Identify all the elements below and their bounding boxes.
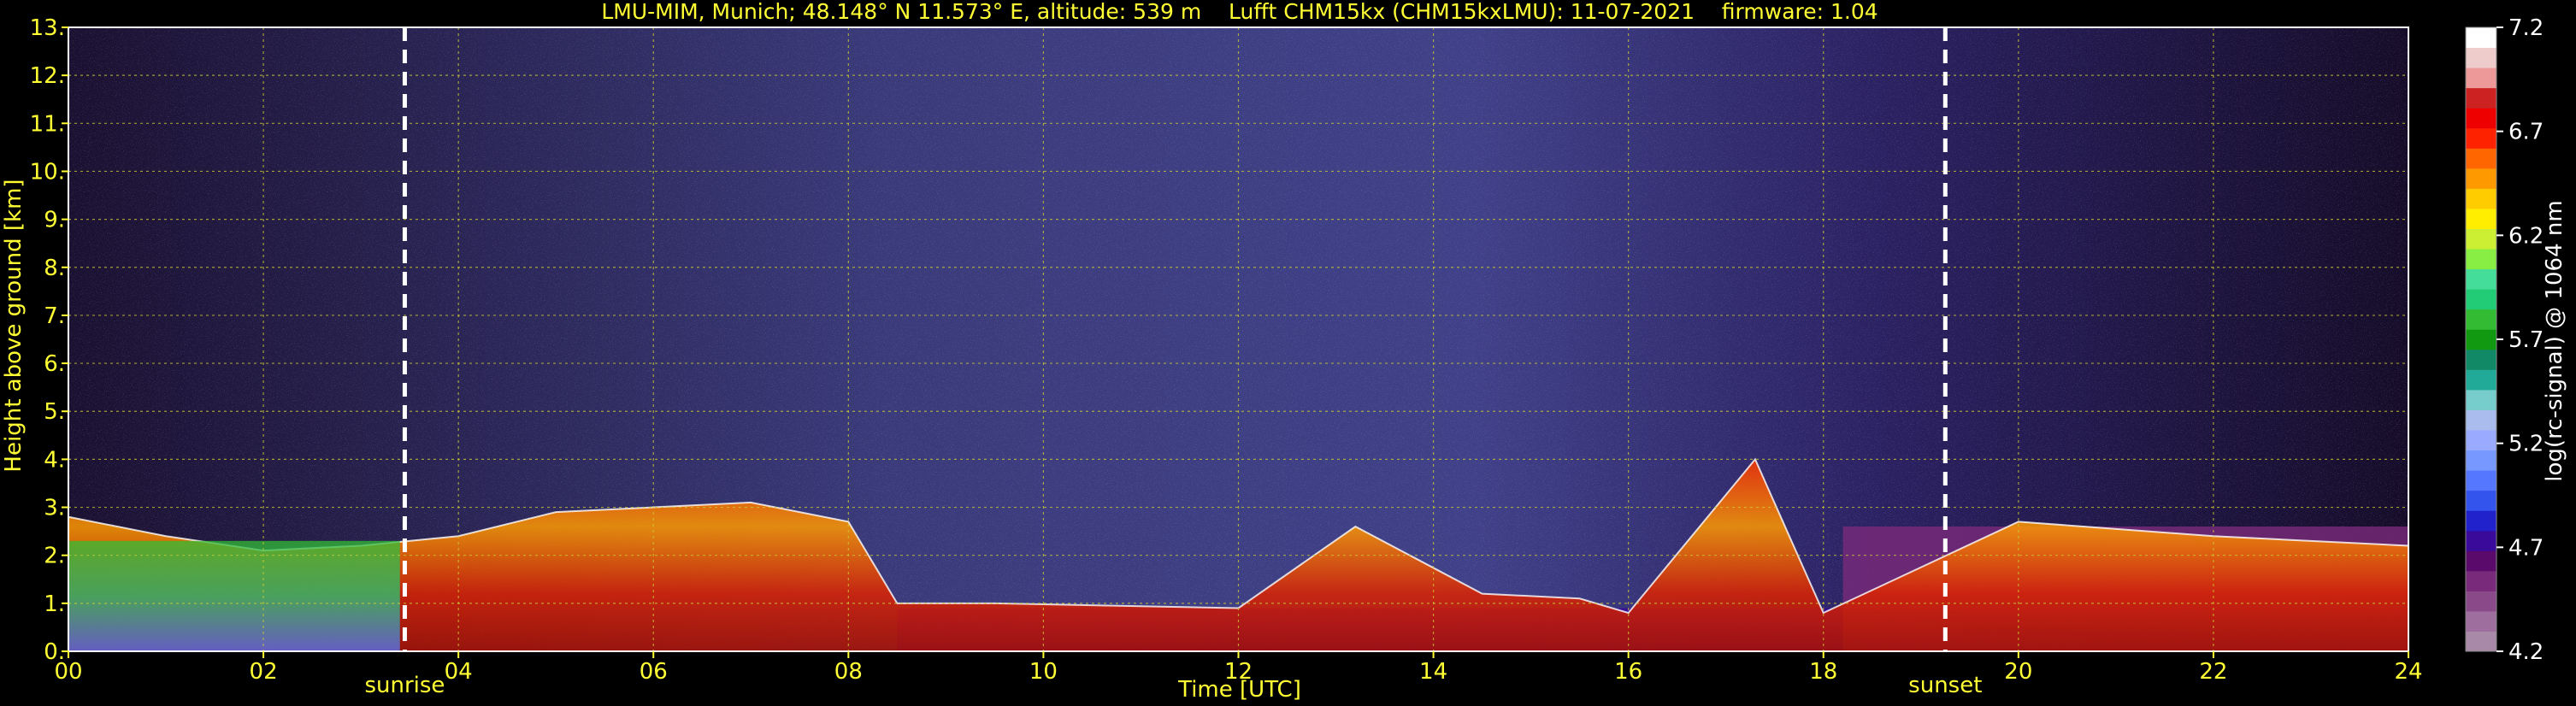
x-tick-label: 02 (250, 659, 278, 685)
colorbar-swatch (2466, 490, 2496, 511)
x-tick-label: 10 (1029, 659, 1058, 685)
y-tick-label: 10. (30, 159, 65, 185)
colorbar-swatch (2466, 631, 2496, 652)
plot-area (68, 26, 2409, 652)
colorbar-tick-label: 6.2 (2508, 223, 2544, 249)
x-tick-label: 06 (640, 659, 668, 685)
colorbar-label: log(rc-signal) @ 1064 nm (2542, 200, 2567, 481)
annotation-label-sunset: sunset (1908, 673, 1982, 698)
y-tick-label: 13. (30, 15, 65, 41)
y-tick-label: 4. (44, 447, 65, 473)
colorbar-swatch (2466, 188, 2496, 209)
y-tick-label: 5. (44, 399, 65, 425)
colorbar-swatch (2466, 349, 2496, 370)
colorbar-tick-label: 7.2 (2508, 15, 2544, 41)
colorbar-swatch (2466, 268, 2496, 290)
y-tick-label: 7. (44, 303, 65, 329)
ceilometer-chart: sunrise sunset00 02 04 06 08 10 12 14 16 18 20 22 240… (1, 0, 2567, 703)
colorbar-swatch (2466, 249, 2496, 270)
colorbar-swatch (2466, 530, 2496, 551)
colorbar-tick-label: 4.7 (2508, 535, 2544, 561)
colorbar-tick-label: 5.2 (2508, 432, 2544, 457)
colorbar-swatch (2466, 127, 2496, 149)
colorbar-swatch (2466, 47, 2496, 68)
colorbar: 4.2 4.7 5.2 5.7 6.2 6.7 7.2 (2465, 15, 2544, 665)
colorbar-swatch (2466, 450, 2496, 471)
x-tick-label: 20 (2004, 659, 2032, 685)
colorbar-swatch (2466, 510, 2496, 532)
colorbar-swatch (2466, 329, 2496, 350)
y-tick-label: 0. (44, 639, 65, 665)
colorbar-swatch (2466, 148, 2496, 169)
colorbar-swatch (2466, 289, 2496, 310)
y-tick-label: 6. (44, 351, 65, 377)
x-tick-label: 22 (2199, 659, 2227, 685)
colorbar-swatch (2466, 228, 2496, 250)
colorbar-swatch (2466, 168, 2496, 189)
colorbar-swatch (2466, 208, 2496, 229)
x-tick-label: 16 (1614, 659, 1642, 685)
x-tick-label: 04 (445, 659, 473, 685)
y-tick-label: 1. (44, 591, 65, 617)
colorbar-swatch (2466, 309, 2496, 330)
colorbar-swatch (2466, 87, 2496, 109)
colorbar-swatch (2466, 570, 2496, 591)
colorbar-swatch (2466, 108, 2496, 129)
y-tick-label: 2. (44, 544, 65, 569)
colorbar-swatch (2466, 591, 2496, 612)
x-tick-label: 14 (1419, 659, 1447, 685)
colorbar-swatch (2466, 470, 2496, 491)
y-tick-label: 3. (44, 496, 65, 521)
colorbar-tick-label: 4.2 (2508, 639, 2544, 665)
y-tick-label: 8. (44, 256, 65, 281)
colorbar-swatch (2466, 27, 2496, 49)
x-tick-label: 18 (1809, 659, 1837, 685)
y-tick-label: 11. (30, 111, 65, 137)
x-tick-label: 24 (2394, 659, 2422, 685)
colorbar-swatch (2466, 429, 2496, 451)
x-axis-label: Time [UTC] (1177, 677, 1301, 703)
colorbar-swatch (2466, 389, 2496, 410)
colorbar-swatch (2466, 610, 2496, 632)
colorbar-swatch (2466, 369, 2496, 391)
colorbar-swatch (2466, 409, 2496, 431)
annotation-label-sunrise: sunrise (364, 673, 445, 698)
y-tick-label: 9. (44, 208, 65, 233)
x-tick-label: 08 (834, 659, 863, 685)
colorbar-tick-label: 6.7 (2508, 120, 2544, 145)
colorbar-swatch (2466, 550, 2496, 572)
colorbar-swatch (2466, 68, 2496, 89)
y-axis-label: Height above ground [km] (1, 179, 27, 472)
colorbar-tick-label: 5.7 (2508, 327, 2544, 353)
y-tick-label: 12. (30, 63, 65, 89)
residual-layer (68, 540, 400, 651)
chart-title: LMU-MIM, Munich; 48.148° N 11.573° E, al… (601, 0, 1877, 24)
